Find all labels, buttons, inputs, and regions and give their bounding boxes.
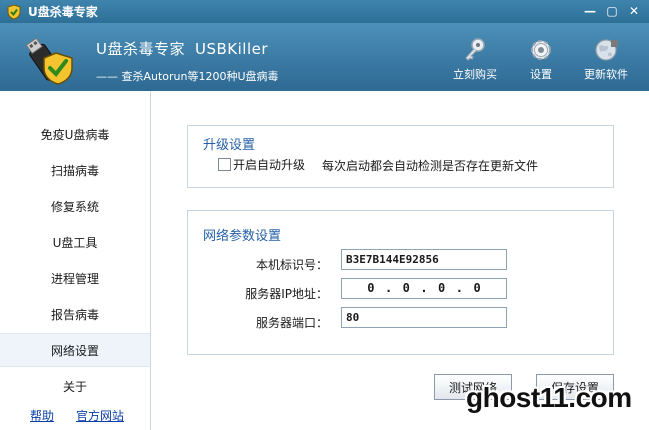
maximize-icon[interactable]: ▢	[603, 2, 621, 20]
header-title: U盘杀毒专家 USBKiller	[96, 38, 268, 59]
sidebar-item-scan[interactable]: 扫描病毒	[0, 153, 150, 187]
sidebar: 免疫U盘病毒 扫描病毒 修复系统 U盘工具 进程管理 报告病毒 网络设置 关于 …	[0, 91, 151, 430]
globe-icon	[595, 39, 618, 61]
ip-octet-4: 0	[473, 281, 481, 295]
key-icon	[465, 38, 485, 61]
title-bar: U盘杀毒专家 — ▢ ✕	[0, 0, 649, 23]
sidebar-item-usb-tools[interactable]: U盘工具	[0, 225, 150, 259]
window-title: U盘杀毒专家	[28, 5, 98, 19]
minimize-icon[interactable]: —	[581, 2, 599, 20]
buy-now-button[interactable]: 立刻购买	[445, 37, 505, 82]
close-icon[interactable]: ✕	[625, 2, 643, 20]
app-header: U盘杀毒专家 USBKiller —— 查杀Autorun等1200种U盘病毒 立…	[0, 23, 649, 91]
server-port-label: 服务器端口：	[255, 316, 328, 330]
sidebar-item-about[interactable]: 关于	[0, 369, 150, 403]
auto-upgrade-description: 每次启动都会自动检测是否存在更新文件	[322, 159, 539, 173]
auto-upgrade-checkbox[interactable]	[218, 158, 231, 171]
settings-label: 设置	[530, 68, 552, 81]
website-link[interactable]: 官方网站	[76, 407, 124, 424]
help-link[interactable]: 帮助	[30, 407, 54, 424]
machine-id-label: 本机标识号：	[255, 258, 328, 272]
upgrade-settings-group: 升级设置 开启自动升级 每次启动都会自动检测是否存在更新文件	[187, 125, 614, 188]
header-subtitle: —— 查杀Autorun等1200种U盘病毒	[96, 70, 279, 83]
header-title-en: USBKiller	[194, 40, 269, 58]
ip-octet-3: 0	[438, 281, 446, 295]
usb-shield-logo-icon	[25, 37, 73, 85]
ip-dot: .	[384, 281, 393, 295]
ip-octet-2: 0	[402, 281, 410, 295]
window-controls: — ▢ ✕	[581, 2, 643, 20]
network-settings-title: 网络参数设置	[203, 229, 282, 244]
machine-id-field[interactable]: B3E7B144E92856	[341, 249, 507, 270]
sidebar-footer: 帮助 官方网站	[30, 407, 124, 424]
network-settings-group: 网络参数设置 本机标识号： B3E7B144E92856 服务器IP地址： 0.…	[187, 210, 614, 355]
upgrade-settings-title: 升级设置	[203, 138, 256, 153]
sidebar-item-process[interactable]: 进程管理	[0, 261, 150, 295]
ip-octet-1: 0	[367, 281, 375, 295]
header-title-cn: U盘杀毒专家	[96, 40, 185, 58]
gear-icon	[531, 40, 551, 60]
buy-now-label: 立刻购买	[453, 68, 497, 81]
auto-upgrade-label: 开启自动升级	[233, 158, 306, 172]
update-software-label: 更新软件	[584, 68, 628, 81]
auto-upgrade-option[interactable]: 开启自动升级	[218, 156, 305, 173]
server-ip-field[interactable]: 0. 0. 0. 0	[341, 278, 507, 299]
ip-dot: .	[455, 281, 463, 295]
ip-dot: .	[420, 281, 428, 295]
server-port-field[interactable]: 80	[341, 307, 507, 328]
shield-icon	[7, 3, 21, 20]
settings-button[interactable]: 设置	[511, 37, 571, 82]
watermark: ghost11.com	[466, 382, 632, 413]
server-ip-label: 服务器IP地址：	[245, 287, 328, 301]
sidebar-item-report[interactable]: 报告病毒	[0, 297, 150, 331]
main-panel: 升级设置 开启自动升级 每次启动都会自动检测是否存在更新文件 网络参数设置 本机…	[152, 91, 649, 430]
sidebar-item-immunize[interactable]: 免疫U盘病毒	[0, 117, 150, 151]
update-software-button[interactable]: 更新软件	[576, 37, 636, 82]
sidebar-item-repair[interactable]: 修复系统	[0, 189, 150, 223]
sidebar-item-network[interactable]: 网络设置	[0, 333, 150, 367]
